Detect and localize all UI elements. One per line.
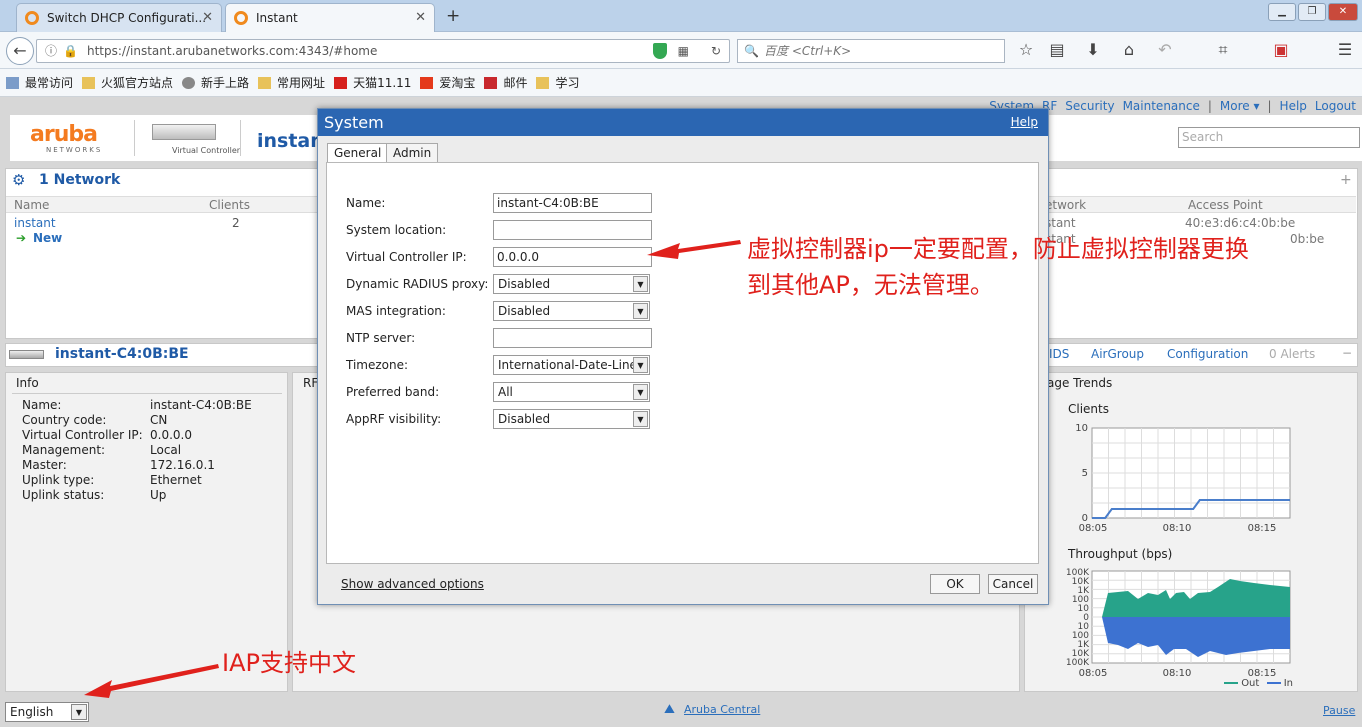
vc-ip-annotation: 虚拟控制器ip一定要配置，防止虚拟控制器更换 [747, 235, 1249, 263]
arrow-to-vcip [647, 240, 741, 259]
vc-ip-annotation-2: 到其他AP，无法管理。 [747, 271, 994, 299]
language-annotation: IAP支持中文 [222, 649, 356, 677]
annotation-arrows [84, 240, 741, 698]
arrow-to-language [84, 664, 219, 698]
